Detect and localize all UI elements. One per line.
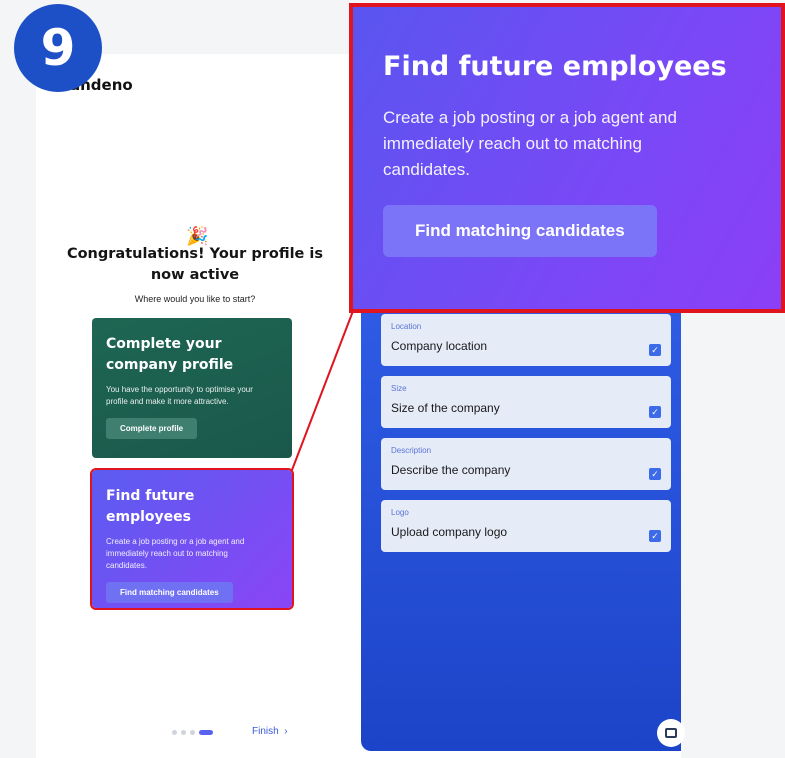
- chat-icon: [665, 728, 677, 738]
- zoom-title: Find future employees: [383, 51, 727, 82]
- item-label: Location: [391, 322, 422, 331]
- checkbox-checked-icon[interactable]: ✓: [649, 530, 661, 542]
- complete-profile-button[interactable]: Complete profile: [106, 418, 198, 439]
- card-title: Complete your company profile: [106, 336, 234, 373]
- zoom-find-matching-candidates-button[interactable]: Find matching candidates: [383, 205, 657, 257]
- finish-button[interactable]: Finish ›: [252, 726, 288, 737]
- checklist-item-size[interactable]: Size Size of the company ✓: [381, 376, 671, 428]
- find-matching-candidates-button[interactable]: Find matching candidates: [106, 582, 233, 603]
- card-description: You have the opportunity to optimise you…: [106, 385, 253, 406]
- zoom-callout: Find future employees Create a job posti…: [349, 3, 785, 313]
- checkbox-checked-icon[interactable]: ✓: [649, 406, 661, 418]
- card-title: Find future employees: [106, 488, 195, 525]
- checkbox-checked-icon[interactable]: ✓: [649, 468, 661, 480]
- card-description: Create a job posting or a job agent and …: [106, 537, 245, 570]
- item-label: Size: [391, 384, 407, 393]
- zoom-description: Create a job posting or a job agent and …: [383, 108, 677, 179]
- profile-checklist-panel: Location Company location ✓ Size Size of…: [361, 290, 681, 751]
- complete-profile-card[interactable]: Complete your company profile You have t…: [92, 318, 292, 458]
- pager-dot-active[interactable]: [199, 730, 213, 735]
- checklist-item-logo[interactable]: Logo Upload company logo ✓: [381, 500, 671, 552]
- item-label: Logo: [391, 508, 409, 517]
- chevron-right-icon: ›: [281, 726, 288, 737]
- item-label: Description: [391, 446, 432, 455]
- find-employees-card[interactable]: Find future employees Create a job posti…: [90, 468, 294, 610]
- item-value: Company location: [391, 339, 488, 353]
- finish-label: Finish: [252, 726, 279, 737]
- step-pager: [172, 730, 213, 735]
- item-value: Upload company logo: [391, 525, 508, 539]
- item-value: Describe the company: [391, 463, 511, 477]
- pager-dot[interactable]: [172, 730, 177, 735]
- welcome-subtitle: Where would you like to start?: [134, 294, 256, 304]
- item-value: Size of the company: [391, 401, 500, 415]
- welcome-title: Congratulations! Your profile is now act…: [66, 246, 324, 283]
- checklist-item-location[interactable]: Location Company location ✓: [381, 314, 671, 366]
- step-badge: 9: [14, 4, 102, 92]
- checklist-item-description[interactable]: Description Describe the company ✓: [381, 438, 671, 490]
- checkbox-checked-icon[interactable]: ✓: [649, 344, 661, 356]
- pager-dot[interactable]: [190, 730, 195, 735]
- pager-dot[interactable]: [181, 730, 186, 735]
- chat-launcher-button[interactable]: [657, 719, 685, 747]
